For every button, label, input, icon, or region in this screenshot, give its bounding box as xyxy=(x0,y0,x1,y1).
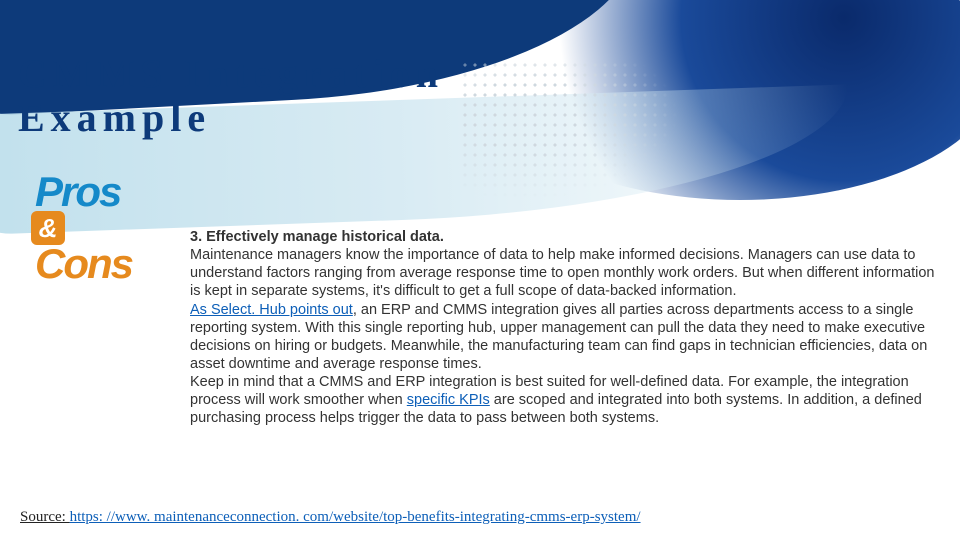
paragraph-3: Keep in mind that a CMMS and ERP integra… xyxy=(190,373,935,427)
paragraph-1: Maintenance managers know the importance… xyxy=(190,246,935,300)
pros-text: Pros xyxy=(35,175,132,209)
selecthub-link[interactable]: As Select. Hub points out xyxy=(190,302,353,318)
source-url-link[interactable]: https: //www. maintenanceconnection. com… xyxy=(70,509,641,525)
body-content: 3. Effectively manage historical data. M… xyxy=(190,228,935,427)
source-line: Source: https: //www. maintenanceconnect… xyxy=(20,509,641,526)
pros-and-cons-graphic: Pros & Cons xyxy=(35,175,132,280)
kpis-link[interactable]: specific KPIs xyxy=(407,392,490,408)
dot-pattern xyxy=(460,60,680,200)
source-label: Source: xyxy=(20,509,70,525)
paragraph-2: As Select. Hub points out, an ERP and CM… xyxy=(190,301,935,374)
cons-text: Cons xyxy=(35,247,132,281)
item-heading: 3. Effectively manage historical data. xyxy=(190,228,935,246)
slide-title: CMMS Integration Example xyxy=(18,52,444,140)
